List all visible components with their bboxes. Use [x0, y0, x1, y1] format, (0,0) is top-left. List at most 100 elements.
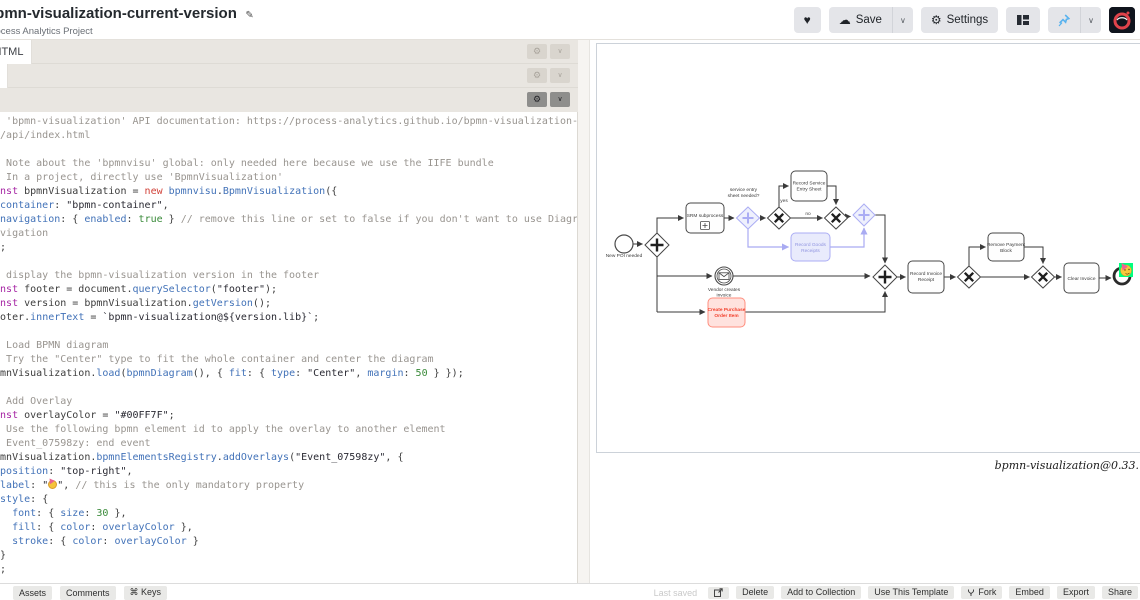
flow-label-no: no: [805, 212, 811, 217]
chevron-down-icon: ∨: [900, 16, 906, 25]
task-label: Remove Payment: [987, 242, 1026, 248]
preview-pane: New POI needed SRM subprocess service en…: [590, 40, 1140, 583]
editor-column: HTML ⚙ ∨ ⚙ ∨ ⚙ ∨ // 'bpmn-visualization'…: [0, 40, 578, 583]
end-event-overlay: [1119, 263, 1133, 277]
settings-button[interactable]: ⚙ Settings: [921, 7, 998, 33]
chevron-down-icon: ∨: [1088, 16, 1094, 25]
pin-dropdown-button[interactable]: ∨: [1080, 7, 1101, 33]
exclusive-gateway-1: [768, 207, 791, 229]
gear-icon: ⚙: [533, 95, 541, 104]
pen-title-block: bpmn-visualization-current-version ✎ Pro…: [0, 5, 254, 37]
task-remove-payment-block: Remove Payment Block: [987, 233, 1026, 261]
like-button[interactable]: ♥: [794, 7, 821, 33]
delete-button[interactable]: Delete: [736, 586, 774, 599]
task-label: Entry Sheet: [796, 187, 822, 193]
pin-button[interactable]: [1048, 7, 1080, 33]
comments-label: Comments: [66, 588, 110, 598]
task-create-purchase-order-item: Create Purchase Order Item: [708, 298, 746, 327]
assets-button[interactable]: Assets: [13, 586, 52, 600]
fork-icon: [967, 588, 975, 597]
js-editor-collapse-button[interactable]: ∨: [550, 92, 570, 107]
bottom-toolbar: Assets Comments ⌘ Keys Last saved Delete…: [0, 583, 1140, 600]
tab-html[interactable]: HTML: [0, 40, 32, 64]
share-button[interactable]: Share: [1102, 586, 1138, 599]
panel-resize-gutter[interactable]: [578, 40, 590, 583]
page-title: bpmn-visualization-current-version: [0, 5, 237, 22]
task-label: Record Goods: [795, 242, 827, 248]
use-this-template-button[interactable]: Use This Template: [868, 586, 954, 599]
add-to-collection-button[interactable]: Add to Collection: [781, 586, 861, 599]
js-code-editor[interactable]: // 'bpmn-visualization' API documentatio…: [0, 112, 578, 583]
add-to-collection-label: Add to Collection: [787, 587, 855, 597]
task-label: SRM subprocess: [687, 213, 724, 219]
editor-header-css: ⚙ ∨: [0, 64, 578, 88]
task-record-service-entry-sheet: Record Service Entry Sheet: [791, 171, 827, 201]
parallel-gateway-split: [645, 233, 669, 257]
flow-label-yes: yes: [780, 199, 788, 204]
js-editor-settings-button[interactable]: ⚙: [527, 92, 547, 107]
shortcut-keys-button[interactable]: ⌘ Keys: [124, 586, 168, 600]
assets-label: Assets: [19, 588, 46, 598]
exclusive-gateway-2: [825, 207, 848, 229]
pushpin-icon: [1058, 14, 1070, 27]
embed-button[interactable]: Embed: [1009, 586, 1050, 599]
chevron-down-icon: ∨: [557, 96, 562, 103]
task-record-goods-receipts: Record Goods Receipts: [791, 233, 830, 261]
save-dropdown-button[interactable]: ∨: [892, 7, 913, 33]
use-this-template-label: Use This Template: [874, 587, 948, 597]
export-button[interactable]: Export: [1057, 586, 1095, 599]
task-label: Create Purchase: [708, 307, 746, 313]
bottom-right-actions: Last saved Delete Add to Collection Use …: [654, 586, 1138, 599]
task-label: Clear Invoice: [1068, 276, 1096, 282]
highlighted-gateway-2: [853, 204, 875, 226]
tab-css[interactable]: [0, 64, 8, 88]
keys-label: ⌘ Keys: [130, 587, 162, 598]
save-button[interactable]: ☁ Save: [829, 7, 892, 33]
export-label: Export: [1063, 587, 1089, 597]
heart-icon: ♥: [804, 14, 811, 26]
html-editor-settings-button[interactable]: ⚙: [527, 44, 547, 59]
exclusive-gateway-4: [1032, 266, 1055, 288]
message-catch-event: [715, 267, 733, 285]
code-editor-content[interactable]: // 'bpmn-visualization' API documentatio…: [0, 112, 577, 577]
chevron-down-icon: ∨: [557, 48, 562, 55]
task-clear-invoice: Clear Invoice: [1064, 263, 1099, 293]
bottom-left-actions: Assets Comments ⌘ Keys: [13, 586, 167, 600]
bpmn-version-footer: bpmn-visualization@0.33.: [995, 459, 1139, 472]
task-label: Record Invoice: [910, 271, 942, 277]
user-avatar[interactable]: [1109, 7, 1135, 33]
exclusive-gateway-3: [958, 266, 981, 288]
parallel-gateway-join: [873, 265, 897, 289]
event-label: Vendor creates: [708, 287, 741, 293]
embed-label: Embed: [1015, 587, 1044, 597]
change-view-button[interactable]: [1006, 7, 1040, 33]
start-event-label: New POI needed: [606, 253, 643, 259]
project-link[interactable]: Process Analytics Project: [0, 26, 254, 37]
open-external-icon: [714, 588, 723, 597]
fork-label: Fork: [978, 587, 996, 597]
save-label: Save: [856, 14, 882, 26]
edit-title-icon[interactable]: ✎: [245, 10, 253, 21]
task-record-invoice-receipt: Record Invoice Receipt: [908, 261, 944, 293]
header-actions: ♥ ☁ Save ∨ ⚙ Settings: [794, 7, 1135, 33]
tab-html-label: HTML: [0, 46, 23, 58]
css-editor-settings-button[interactable]: ⚙: [527, 68, 547, 83]
html-editor-collapse-button[interactable]: ∨: [550, 44, 570, 59]
gateway-question-label-1: service entry: [730, 187, 758, 193]
pin-button-group: ∨: [1048, 7, 1101, 33]
task-label: Receipts: [801, 248, 820, 254]
task-label: Order Item: [714, 313, 738, 319]
fork-button[interactable]: Fork: [961, 586, 1002, 599]
task-label: Receipt: [918, 277, 935, 283]
highlighted-gateway-1: [737, 207, 760, 229]
cloud-icon: ☁: [839, 14, 851, 26]
task-srm-subprocess: SRM subprocess: [686, 203, 724, 233]
comments-button[interactable]: Comments: [60, 586, 116, 600]
editor-header-js: ⚙ ∨: [0, 88, 578, 112]
bpmn-container[interactable]: New POI needed SRM subprocess service en…: [596, 43, 1140, 453]
editor-header-html: HTML ⚙ ∨: [0, 40, 578, 64]
top-header: bpmn-visualization-current-version ✎ Pro…: [0, 0, 1140, 40]
chevron-down-icon: ∨: [557, 72, 562, 79]
open-editor-button[interactable]: [708, 587, 729, 599]
css-editor-collapse-button[interactable]: ∨: [550, 68, 570, 83]
